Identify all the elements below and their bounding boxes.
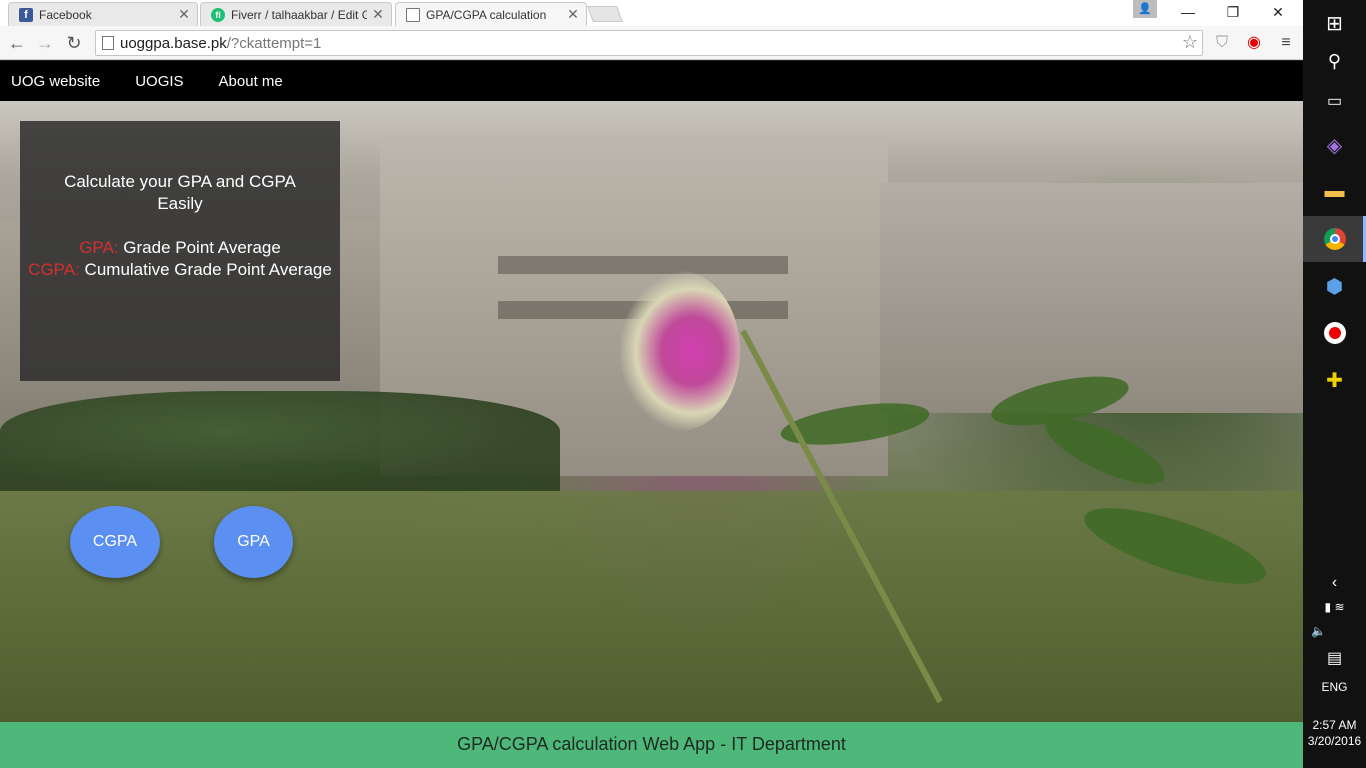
chevron-left-icon[interactable]: ‹: [1303, 574, 1366, 592]
tab-label: GPA/CGPA calculation: [426, 7, 547, 22]
gpa-button[interactable]: GPA: [214, 506, 293, 578]
visual-studio-icon[interactable]: ◈: [1303, 122, 1366, 168]
card-heading-line2: Easily: [157, 194, 203, 213]
cgpa-definition: CGPA: Cumulative Grade Point Average: [20, 259, 340, 281]
browser-toolbar: ← → ↻ uoggpa.base.pk/?ckattempt=1 ☆ ⛉ ◉ …: [0, 26, 1303, 60]
gpa-definition: GPA: Grade Point Average: [20, 237, 340, 259]
minimize-button[interactable]: —: [1165, 0, 1211, 24]
task-view-icon[interactable]: ▭: [1303, 78, 1366, 124]
building-window-band: [498, 256, 788, 274]
address-bar[interactable]: uoggpa.base.pk/?ckattempt=1 ☆: [95, 30, 1203, 56]
document-icon: [406, 7, 420, 22]
language-indicator[interactable]: ENG: [1303, 680, 1366, 694]
fiverr-icon: fi: [211, 7, 225, 22]
page-footer: GPA/CGPA calculation Web App - IT Depart…: [0, 722, 1303, 768]
facebook-icon: f: [19, 7, 33, 22]
nav-link-about-me[interactable]: About me: [219, 73, 283, 90]
chrome-icon[interactable]: [1303, 216, 1366, 262]
windows-taskbar: ⊞ ⚲ ▭ ◈ ▬ ⬢ ✚ ‹ ▮ ≋ 🔈 ▤ ENG 2:57 AM 3/20…: [1303, 0, 1366, 768]
background-leaf: [1037, 405, 1173, 497]
nav-link-uogis[interactable]: UOGIS: [135, 73, 183, 90]
card-heading-line1: Calculate your GPA and CGPA: [64, 172, 296, 191]
gpa-abbreviation: GPA:: [79, 238, 119, 257]
tab-fiverr[interactable]: fi Fiverr / talhaakbar / Edit G ✕: [200, 2, 392, 26]
tab-strip: f Facebook ✕ fi Fiverr / talhaakbar / Ed…: [0, 0, 1303, 26]
cgpa-meaning: Cumulative Grade Point Average: [84, 260, 332, 279]
clock-time[interactable]: 2:57 AM: [1303, 718, 1366, 732]
opera-extension-icon[interactable]: ◉: [1242, 31, 1266, 55]
close-icon[interactable]: ✕: [177, 6, 191, 23]
new-tab-button[interactable]: [587, 6, 623, 22]
installer-icon[interactable]: ✚: [1303, 357, 1366, 403]
tab-facebook[interactable]: f Facebook ✕: [8, 2, 198, 26]
cgpa-button[interactable]: CGPA: [70, 506, 160, 578]
tab-gpa-calculation[interactable]: GPA/CGPA calculation ✕: [395, 2, 587, 26]
close-window-button[interactable]: ✕: [1255, 0, 1301, 24]
shield-extension-icon[interactable]: ⛉: [1210, 31, 1234, 55]
maximize-button[interactable]: ❐: [1210, 0, 1256, 24]
page-icon: [102, 36, 114, 50]
info-card: Calculate your GPA and CGPA Easily GPA: …: [20, 121, 340, 381]
background-hedge: [0, 391, 560, 491]
nav-link-uog-website[interactable]: UOG website: [11, 73, 100, 90]
recorder-icon[interactable]: [1303, 310, 1366, 356]
url-text: uoggpa.base.pk/?ckattempt=1: [120, 35, 322, 52]
gpa-meaning: Grade Point Average: [123, 238, 281, 257]
background-flower: [620, 271, 740, 431]
top-navigation: UOG website UOGIS About me: [0, 61, 1303, 101]
virtualbox-icon[interactable]: ⬢: [1303, 263, 1366, 309]
cgpa-abbreviation: CGPA:: [28, 260, 80, 279]
notification-icon[interactable]: ▤: [1303, 648, 1366, 668]
battery-network-icon[interactable]: ▮ ≋: [1303, 600, 1366, 614]
profile-icon[interactable]: 👤: [1133, 0, 1157, 18]
back-icon[interactable]: ←: [5, 31, 29, 55]
bookmark-star-icon[interactable]: ☆: [1182, 32, 1198, 53]
reload-icon[interactable]: ↻: [62, 31, 86, 55]
tab-label: Facebook: [39, 7, 92, 22]
tab-label: Fiverr / talhaakbar / Edit G: [231, 7, 367, 22]
close-icon[interactable]: ✕: [566, 6, 580, 23]
page-viewport: UOG website UOGIS About me Calculate you…: [0, 61, 1303, 768]
forward-icon[interactable]: →: [33, 31, 57, 55]
volume-icon[interactable]: 🔈: [1303, 624, 1366, 638]
close-icon[interactable]: ✕: [371, 6, 385, 23]
clock-date[interactable]: 3/20/2016: [1303, 734, 1366, 748]
menu-icon[interactable]: ≡: [1274, 31, 1298, 55]
file-explorer-icon[interactable]: ▬: [1303, 168, 1366, 214]
